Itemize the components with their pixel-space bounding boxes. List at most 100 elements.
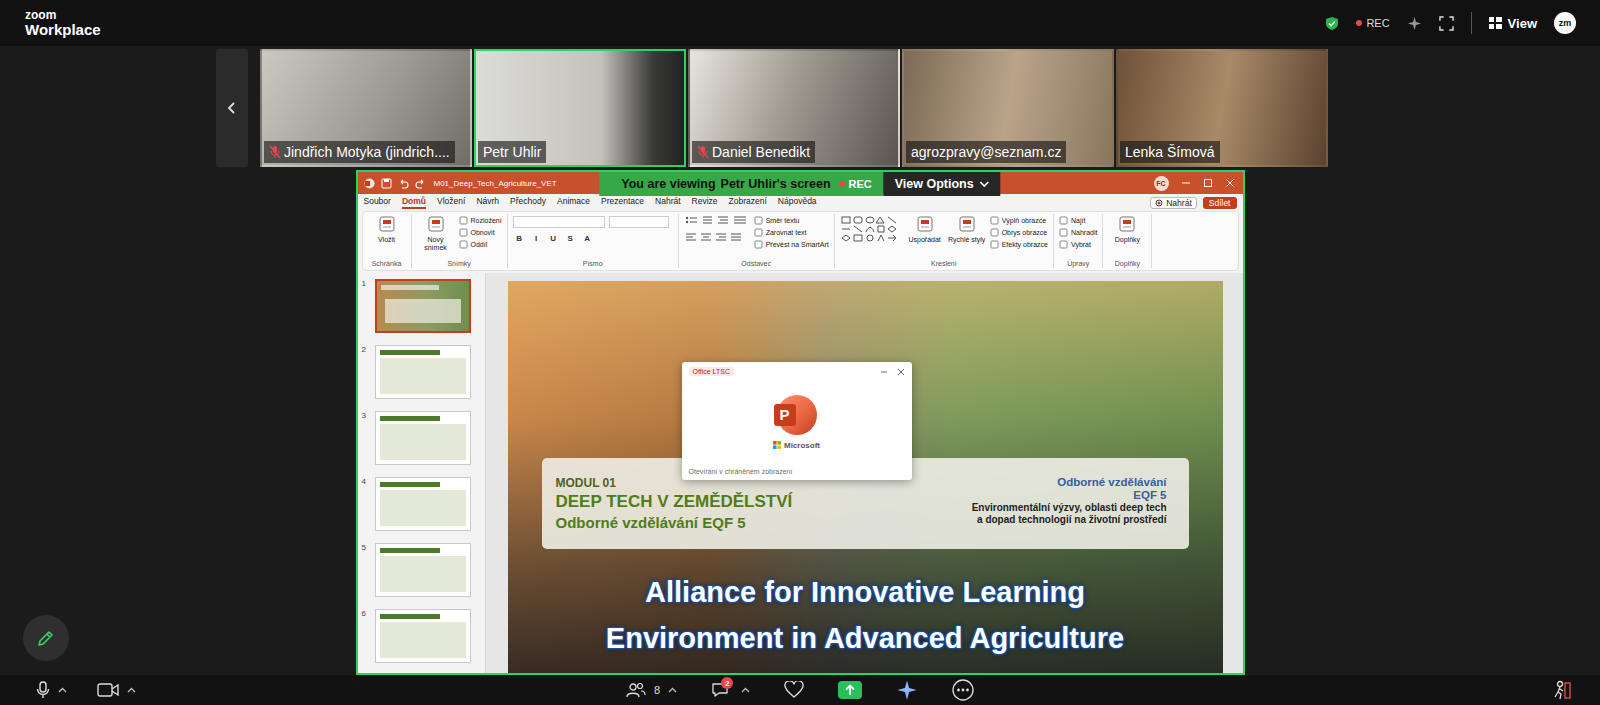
- previous-page-button[interactable]: [216, 49, 248, 167]
- menu-tab[interactable]: Soubor: [364, 196, 391, 209]
- menu-tab[interactable]: Animace: [557, 196, 590, 209]
- format-button[interactable]: U: [547, 232, 560, 245]
- view-button[interactable]: View: [1489, 16, 1537, 31]
- slide-thumbnail[interactable]: 4: [362, 477, 477, 531]
- slide-thumbnail[interactable]: 3: [362, 411, 477, 465]
- command-icon: [377, 214, 397, 234]
- ribbon-small-button[interactable]: Směr textu: [754, 216, 829, 225]
- menu-tab[interactable]: Zobrazení: [729, 196, 767, 209]
- ai-companion-icon[interactable]: [896, 679, 918, 701]
- format-button[interactable]: S: [564, 232, 577, 245]
- caret-up-icon[interactable]: [741, 687, 750, 693]
- close-icon[interactable]: [1225, 178, 1235, 188]
- ribbon-small-button[interactable]: Zarovnat text: [754, 228, 829, 237]
- account-avatar[interactable]: FC: [1154, 176, 1169, 191]
- recording-indicator[interactable]: REC: [1356, 17, 1389, 29]
- format-button[interactable]: I: [530, 232, 543, 245]
- slide-thumbnail[interactable]: 2: [362, 345, 477, 399]
- view-options-button[interactable]: View Options: [884, 172, 1001, 196]
- caret-up-icon[interactable]: [58, 687, 67, 693]
- menu-tab[interactable]: Domů: [402, 196, 426, 209]
- close-icon[interactable]: [897, 368, 905, 376]
- microsoft-icon: [773, 441, 781, 449]
- user-avatar[interactable]: zm: [1554, 12, 1576, 34]
- ribbon-small-button[interactable]: Efekty obrazce: [990, 240, 1048, 249]
- ribbon-small-button[interactable]: Vybrat: [1059, 240, 1097, 249]
- ribbon-small-button[interactable]: Obrys obrazce: [990, 228, 1048, 237]
- leave-icon[interactable]: [1552, 680, 1572, 700]
- annotate-button[interactable]: [23, 615, 69, 661]
- chat-button[interactable]: 2: [711, 682, 750, 698]
- redo-icon[interactable]: [415, 178, 426, 189]
- thumbnail-preview: [375, 411, 471, 465]
- sparkle-icon[interactable]: [1407, 16, 1422, 31]
- participants-button[interactable]: 8: [626, 682, 677, 698]
- menu-tab[interactable]: Návrh: [476, 196, 499, 209]
- powerpoint-window: M01_Deep_Tech_Agriculture_VETFCSouborDom…: [358, 172, 1243, 673]
- menu-tab[interactable]: Nahrát: [655, 196, 681, 209]
- fullscreen-icon[interactable]: [1439, 16, 1454, 31]
- ribbon-small-button[interactable]: Najít: [1059, 216, 1097, 225]
- camera-button[interactable]: [97, 683, 136, 697]
- ribbon-button[interactable]: Doplňky: [1108, 214, 1146, 244]
- save-icon[interactable]: [381, 178, 392, 189]
- ribbon-button-stack: Najít Nahradit Vybrat: [1059, 214, 1097, 249]
- format-button[interactable]: B: [513, 232, 526, 245]
- ribbon-button[interactable]: Rychlé styly: [948, 214, 986, 244]
- participant-tile[interactable]: Jindřich Motyka (jindrich....: [260, 49, 472, 167]
- slide-thumbnail[interactable]: 5: [362, 543, 477, 597]
- participant-tile[interactable]: agrozpravy@seznam.cz: [902, 49, 1114, 167]
- maximize-icon[interactable]: [1203, 178, 1213, 188]
- more-icon[interactable]: [952, 679, 974, 701]
- caret-up-icon[interactable]: [668, 687, 677, 693]
- ribbon-group: VložitSchránka: [363, 214, 412, 268]
- ribbon-small-button[interactable]: Rozložení: [459, 216, 502, 225]
- editor-body: 123456MODUL 01DEEP TECH V ZEMĚDĚLSTVÍOdb…: [358, 273, 1243, 673]
- ribbon-small-button[interactable]: Výplň obrazce: [990, 216, 1048, 225]
- heart-icon[interactable]: [784, 681, 804, 699]
- menu-tab[interactable]: Prezentace: [601, 196, 644, 209]
- command-icon: [1117, 214, 1137, 234]
- share-button[interactable]: Sdílet: [1203, 197, 1237, 209]
- minimize-icon[interactable]: [1181, 178, 1191, 188]
- format-button[interactable]: A: [581, 232, 594, 245]
- shapes-gallery-icon[interactable]: [840, 214, 902, 252]
- ribbon-button[interactable]: Vložit: [368, 214, 406, 244]
- menu-bar: Soubor Domů Vložení Návrh Přechody Animace Pre…: [358, 194, 1243, 211]
- font-field[interactable]: [513, 216, 605, 228]
- share-banner: You are viewingPetr Uhlir's screenRECVie…: [599, 172, 1000, 196]
- paragraph-format-icon[interactable]: [684, 214, 750, 246]
- minimize-icon[interactable]: [880, 368, 888, 376]
- ribbon-button[interactable]: Uspořádat: [906, 214, 944, 244]
- ribbon-small-button[interactable]: Nahradit: [1059, 228, 1097, 237]
- ribbon-group: NajítNahraditVybratÚpravy: [1054, 214, 1103, 268]
- menu-tab[interactable]: Nápověda: [778, 196, 817, 209]
- record-button[interactable]: Nahrát: [1150, 197, 1197, 209]
- participant-name: agrozpravy@seznam.cz: [906, 141, 1066, 163]
- ribbon-small-button[interactable]: Převést na SmartArt: [754, 240, 829, 249]
- command-icon: [754, 228, 763, 237]
- command-icon: [1059, 228, 1068, 237]
- ribbon-small-button[interactable]: Oddíl: [459, 240, 502, 249]
- share-screen-button[interactable]: [838, 681, 862, 699]
- thumbnail-preview: [375, 279, 471, 333]
- participant-tile[interactable]: Daniel Benedikt: [688, 49, 900, 167]
- microphone-button[interactable]: [36, 681, 67, 699]
- menu-tab[interactable]: Revize: [692, 196, 718, 209]
- menu-tab[interactable]: Vložení: [437, 196, 465, 209]
- meeting-toolbar: 82: [0, 675, 1600, 705]
- command-icon: [990, 240, 999, 249]
- menu-tab[interactable]: Přechody: [510, 196, 546, 209]
- ribbon-button[interactable]: Nový snímek: [417, 214, 455, 252]
- undo-icon[interactable]: [398, 178, 409, 189]
- font-field[interactable]: [609, 216, 669, 228]
- shield-icon[interactable]: [1325, 16, 1339, 31]
- slide-thumbnail[interactable]: 1: [362, 279, 477, 333]
- caret-up-icon[interactable]: [127, 687, 136, 693]
- participant-tile[interactable]: Petr Uhlir: [474, 49, 686, 167]
- participant-tile[interactable]: Lenka Šímová: [1116, 49, 1328, 167]
- ribbon-small-button[interactable]: Obnovit: [459, 228, 502, 237]
- thumbnail-preview: [375, 609, 471, 663]
- slide-thumbnail[interactable]: 6: [362, 609, 477, 663]
- participant-name: Petr Uhlir: [478, 141, 546, 163]
